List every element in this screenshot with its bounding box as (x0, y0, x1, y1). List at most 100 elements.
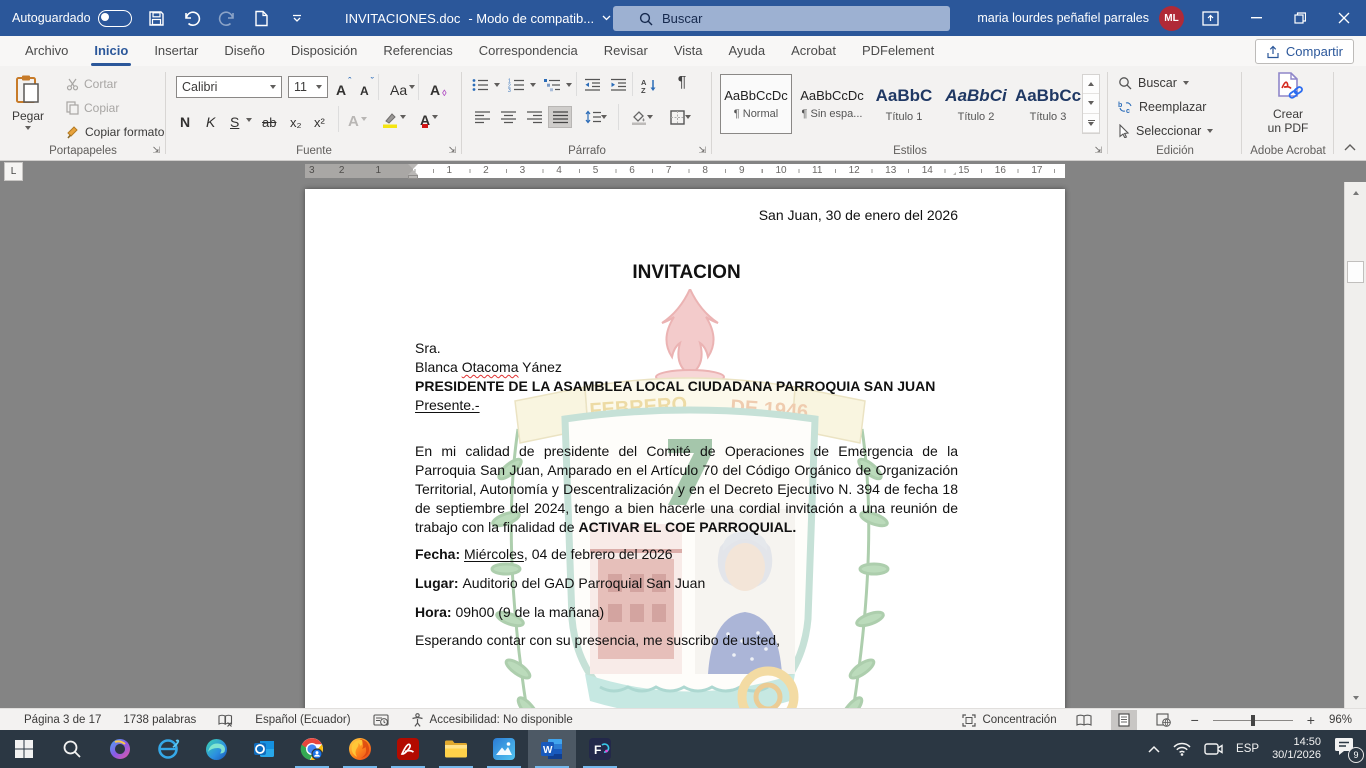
start-button[interactable] (0, 730, 48, 768)
document-canvas[interactable]: FEBRERO DE 1946 (0, 182, 1345, 708)
align-left-button[interactable] (470, 106, 494, 128)
styles-scroll-up[interactable] (1083, 75, 1099, 94)
clear-formatting-button[interactable]: A◊ (428, 76, 449, 98)
grow-font-button[interactable]: Aˆ (334, 76, 353, 98)
left-indent-marker[interactable] (408, 175, 418, 179)
line-spacing-button[interactable] (580, 106, 612, 128)
zoom-out-button[interactable]: − (1191, 712, 1199, 728)
notification-center-button[interactable]: 9 (1334, 737, 1360, 761)
quick-access-chevron-icon[interactable] (287, 8, 307, 28)
taskbar-word[interactable]: W (528, 730, 576, 768)
read-mode-button[interactable] (1071, 710, 1097, 730)
minimize-button[interactable] (1234, 0, 1278, 36)
focus-mode-button[interactable]: Concentración (962, 714, 1056, 727)
multilevel-caret-icon[interactable] (566, 83, 572, 87)
zoom-slider-thumb[interactable] (1251, 715, 1255, 726)
italic-button[interactable]: K (204, 108, 217, 130)
paste-button[interactable]: Pegar (12, 74, 44, 130)
font-size-combo[interactable]: 11 (288, 76, 328, 98)
autosave-toggle[interactable]: Autoguardado (12, 10, 132, 27)
format-painter-button[interactable]: Copiar formato (66, 125, 164, 139)
subscript-button[interactable]: x₂ (288, 108, 304, 130)
numbering-button[interactable]: 123 (504, 74, 528, 96)
undo-icon[interactable] (182, 8, 202, 28)
decrease-indent-button[interactable] (580, 74, 604, 96)
underline-caret-icon[interactable] (246, 118, 252, 122)
vertical-scrollbar[interactable] (1344, 182, 1366, 708)
select-button[interactable]: Seleccionar (1118, 124, 1213, 138)
taskbar-adobe-acrobat[interactable] (384, 730, 432, 768)
autosave-switch-icon[interactable] (98, 10, 132, 27)
tab-referencias[interactable]: Referencias (370, 36, 465, 66)
zoom-level[interactable]: 96% (1329, 714, 1352, 726)
bullets-caret-icon[interactable] (494, 83, 500, 87)
clipboard-dialog-launcher[interactable]: ⇲ (152, 145, 160, 156)
tab-disposición[interactable]: Disposición (278, 36, 370, 66)
paragraph-dialog-launcher[interactable]: ⇲ (698, 145, 706, 156)
taskbar-photos[interactable] (480, 730, 528, 768)
word-count[interactable]: 1738 palabras (123, 714, 196, 726)
shrink-font-button[interactable]: Aˇ (358, 76, 376, 98)
style-título-3[interactable]: AaBbCcTítulo 3 (1012, 74, 1084, 134)
wifi-icon[interactable] (1173, 742, 1191, 756)
taskbar-edge[interactable] (192, 730, 240, 768)
justify-button[interactable] (548, 106, 572, 128)
font-color-button[interactable]: A (418, 106, 440, 128)
increase-indent-button[interactable] (606, 74, 630, 96)
proofing-icon[interactable] (218, 714, 233, 727)
superscript-button[interactable]: x² (312, 108, 327, 130)
cut-button[interactable]: Cortar (66, 77, 117, 91)
borders-button[interactable] (664, 106, 696, 128)
font-dialog-launcher[interactable]: ⇲ (448, 145, 456, 156)
tab-diseño[interactable]: Diseño (211, 36, 277, 66)
taskbar-chrome[interactable] (288, 730, 336, 768)
align-center-button[interactable] (496, 106, 520, 128)
font-family-combo[interactable]: Calibri (176, 76, 282, 98)
copy-button[interactable]: Copiar (66, 101, 119, 115)
restore-button[interactable] (1278, 0, 1322, 36)
styles-scroll-down[interactable] (1083, 94, 1099, 113)
scroll-up-button[interactable] (1346, 183, 1365, 202)
language-indicator[interactable]: Español (Ecuador) (255, 714, 350, 726)
multilevel-list-button[interactable] (540, 74, 564, 96)
tab-vista[interactable]: Vista (661, 36, 716, 66)
styles-dialog-launcher[interactable]: ⇲ (1094, 145, 1102, 156)
editing-display-icon[interactable] (373, 714, 389, 727)
shading-button[interactable] (626, 106, 658, 128)
tab-archivo[interactable]: Archivo (12, 36, 81, 66)
strikethrough-button[interactable]: ab (260, 108, 278, 130)
text-effects-button[interactable]: A (346, 108, 369, 130)
print-layout-button[interactable] (1111, 710, 1137, 730)
scroll-down-button[interactable] (1346, 688, 1365, 707)
sort-button[interactable]: AZ (638, 74, 662, 96)
style-título-1[interactable]: AaBbCTítulo 1 (868, 74, 940, 134)
style-título-2[interactable]: AaBbCiTítulo 2 (940, 74, 1012, 134)
replace-button[interactable]: bc Reemplazar (1118, 100, 1206, 114)
ribbon-display-options-icon[interactable] (1200, 8, 1220, 28)
accessibility-status[interactable]: Accesibilidad: No disponible (411, 713, 573, 727)
clock[interactable]: 14:50 30/1/2026 (1272, 736, 1321, 762)
collapse-ribbon-icon[interactable] (1344, 143, 1356, 154)
document-page[interactable]: FEBRERO DE 1946 (305, 189, 1065, 708)
tab-pdfelement[interactable]: PDFelement (849, 36, 947, 66)
tab-acrobat[interactable]: Acrobat (778, 36, 849, 66)
styles-more-button[interactable] (1083, 114, 1099, 133)
taskbar-pdfelement[interactable]: F (576, 730, 624, 768)
taskbar-firefox[interactable] (336, 730, 384, 768)
numbering-caret-icon[interactable] (530, 83, 536, 87)
style--normal[interactable]: AaBbCcDc¶ Normal (720, 74, 792, 134)
web-layout-button[interactable] (1151, 710, 1177, 730)
meet-now-icon[interactable] (1204, 742, 1223, 756)
zoom-in-button[interactable]: + (1307, 712, 1315, 728)
taskbar-file-explorer[interactable] (432, 730, 480, 768)
tab-inicio[interactable]: Inicio (81, 36, 141, 66)
align-right-button[interactable] (522, 106, 546, 128)
show-marks-button[interactable]: ¶ (670, 72, 694, 94)
underline-button[interactable]: S (228, 108, 241, 130)
save-icon[interactable] (147, 8, 167, 28)
create-pdf-button[interactable]: Crearun PDF (1260, 72, 1316, 135)
ruler-strip[interactable]: 3211234567891011121314151617 (305, 164, 1065, 178)
taskbar-internet-explorer[interactable] (144, 730, 192, 768)
user-name[interactable]: maria lourdes peñafiel parrales (977, 11, 1149, 25)
zoom-slider[interactable] (1213, 720, 1293, 721)
